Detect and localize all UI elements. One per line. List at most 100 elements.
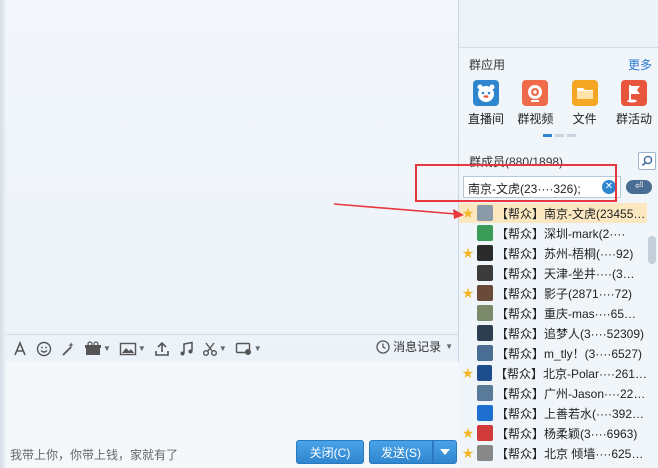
member-row[interactable]: ★ 【帮众】北京 倾墙····625…: [459, 443, 647, 463]
member-search-button[interactable]: [638, 152, 656, 170]
app-label: 群活动: [615, 112, 652, 126]
chevron-down-icon: ▼: [253, 344, 262, 353]
emoji-icon[interactable]: [36, 338, 52, 360]
app-label: 直播间: [467, 112, 504, 126]
star-icon: ★: [461, 364, 475, 381]
scissors-icon[interactable]: ▼: [202, 338, 227, 360]
member-name: 【帮众】苏州-梧桐(····92): [496, 246, 634, 261]
star-icon: ★: [461, 385, 475, 402]
avatar: [477, 265, 493, 281]
app-group-video[interactable]: 群视频: [512, 80, 558, 127]
triangle-down-icon: [440, 449, 450, 455]
avatar: [476, 365, 492, 381]
star-icon: ★: [461, 265, 475, 282]
apps-pager[interactable]: [543, 134, 576, 137]
star-icon: ★: [461, 305, 475, 322]
upload-icon[interactable]: [154, 338, 170, 360]
member-row[interactable]: ★ 【帮众】上善若水(····392…: [459, 403, 647, 423]
star-icon: ★: [461, 325, 475, 342]
star-icon: ★: [461, 345, 475, 362]
pager-dot[interactable]: [567, 134, 576, 137]
star-icon: ★: [461, 244, 475, 261]
avatar: [477, 405, 493, 421]
chevron-down-icon: ▼: [218, 344, 227, 353]
member-row[interactable]: ★ 【帮众】南京-文虎(23455…: [459, 203, 647, 223]
avatar: [477, 425, 493, 441]
star-icon: ★: [461, 444, 475, 461]
close-button[interactable]: 关闭(C): [296, 440, 364, 464]
member-name: 【帮众】m_tly！(3····6527): [496, 346, 643, 361]
chat-area: ▼ ▼ ▼ ▼ 消息记录 ▼ 我带上你，你带上钱，家就有了: [0, 0, 459, 468]
avatar: [477, 205, 493, 221]
screen-icon[interactable]: ▼: [235, 338, 262, 360]
app-live-room[interactable]: 直播间: [463, 80, 509, 127]
enter-icon[interactable]: ⏎: [626, 180, 652, 194]
members-header: 群成员(880/1898): [469, 155, 564, 169]
star-icon: ★: [461, 424, 475, 441]
member-row[interactable]: ★ 【帮众】北京-Polar····261…: [459, 363, 647, 383]
member-row[interactable]: ★ 【帮众】苏州-梧桐(····92): [459, 243, 647, 263]
member-name: 【帮众】影子(2871····72): [496, 286, 633, 301]
member-name: 【帮众】杨柔颖(3····6963): [496, 426, 638, 441]
live-room-icon: [473, 80, 499, 106]
star-icon: ★: [461, 284, 475, 301]
member-row[interactable]: ★ 【帮众】深圳-mark(2····: [459, 223, 647, 243]
input-hint: 我带上你，你带上钱，家就有了: [10, 448, 179, 462]
avatar: [477, 285, 493, 301]
member-row[interactable]: ★ 【帮众】天津-坐井····(3…: [459, 263, 647, 283]
pager-dot[interactable]: [555, 134, 564, 137]
send-button[interactable]: 发送(S): [369, 440, 433, 464]
chevron-down-icon: ▼: [137, 344, 146, 353]
member-name: 【帮众】北京 倾墙····625…: [496, 446, 644, 461]
avatar: [477, 445, 493, 461]
folder-icon: [571, 80, 598, 106]
avatar: [477, 305, 493, 321]
clear-search-icon[interactable]: ✕: [602, 180, 616, 194]
group-video-icon: [522, 80, 549, 106]
member-name: 【帮众】南京-文虎(23455…: [496, 206, 646, 221]
group-side-panel: 群应用 更多 直播间 群视频 文件 群活动 群成员(880/1898) 南京-文…: [459, 0, 658, 468]
font-icon[interactable]: [12, 338, 28, 360]
avatar: [477, 325, 493, 341]
member-name: 【帮众】深圳-mark(2····: [496, 226, 626, 241]
star-icon: ★: [461, 405, 475, 422]
chevron-down-icon: ▼: [445, 342, 453, 351]
message-history-button[interactable]: 消息记录 ▼: [376, 338, 453, 355]
member-name: 【帮众】重庆-mas····65…: [496, 306, 636, 321]
member-search-input[interactable]: 南京-文虎(23····326);: [463, 176, 621, 198]
star-icon: ★: [461, 204, 475, 221]
panel-top-blank: [459, 0, 658, 48]
member-name: 【帮众】广州-Jason····22…: [496, 386, 646, 401]
member-name: 【帮众】追梦人(3····52309): [496, 326, 645, 341]
member-row[interactable]: ★ 【帮众】广州-Jason····22…: [459, 383, 647, 403]
clock-icon: [376, 339, 390, 354]
avatar: [477, 245, 493, 261]
group-apps: 直播间 群视频 文件 群活动: [463, 80, 657, 127]
gift-icon[interactable]: ▼: [84, 338, 111, 360]
app-group-activity[interactable]: 群活动: [611, 80, 657, 127]
member-row[interactable]: ★ 【帮众】杨柔颖(3····6963): [459, 423, 647, 443]
group-apps-more-link[interactable]: 更多: [628, 56, 652, 73]
search-icon: [641, 155, 653, 167]
member-list-scrollbar[interactable]: [648, 236, 656, 264]
chevron-down-icon: ▼: [103, 344, 111, 353]
avatar: [477, 225, 493, 241]
magic-wand-icon[interactable]: [60, 338, 76, 360]
send-options-button[interactable]: [433, 440, 457, 464]
member-row[interactable]: ★ 【帮众】m_tly！(3····6527): [459, 343, 647, 363]
app-label: 群视频: [517, 112, 554, 126]
member-row[interactable]: ★ 【帮众】重庆-mas····65…: [459, 303, 647, 323]
member-row[interactable]: ★ 【帮众】追梦人(3····52309): [459, 323, 647, 343]
star-icon: ★: [461, 225, 475, 242]
image-icon[interactable]: ▼: [119, 338, 146, 360]
message-toolbar: ▼ ▼ ▼ ▼ 消息记录 ▼: [6, 334, 459, 362]
music-icon[interactable]: [178, 338, 194, 360]
history-label: 消息记录: [393, 340, 442, 354]
member-row[interactable]: ★ 【帮众】影子(2871····72): [459, 283, 647, 303]
app-label: 文件: [572, 112, 597, 126]
pager-dot-active[interactable]: [543, 134, 552, 137]
avatar: [477, 345, 493, 361]
member-name: 【帮众】上善若水(····392…: [496, 406, 645, 421]
app-files[interactable]: 文件: [562, 80, 608, 127]
member-name: 【帮众】天津-坐井····(3…: [496, 266, 635, 281]
